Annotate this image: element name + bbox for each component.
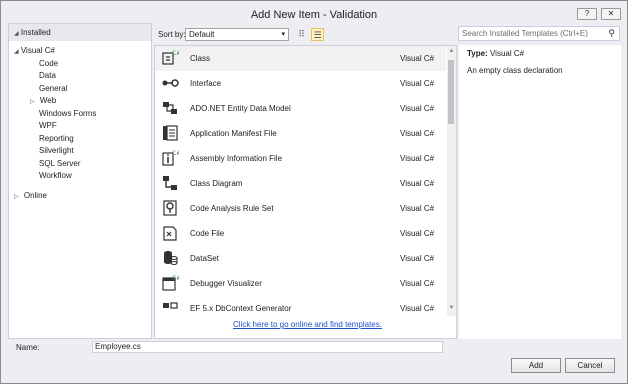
template-language: Visual C#: [400, 304, 435, 313]
debugger-visualizer-icon: C#: [162, 275, 179, 291]
list-item-class-diagram[interactable]: Class Diagram Visual C#: [155, 171, 446, 196]
name-input[interactable]: Employee.cs: [92, 341, 443, 353]
list-item-ado-net-entity-data-model[interactable]: ADO.NET Entity Data Model Visual C#: [155, 96, 446, 121]
search-templates-input[interactable]: Search Installed Templates (Ctrl+E) ⚲: [458, 26, 620, 41]
add-button[interactable]: Add: [511, 358, 561, 373]
collapse-icon: ◢: [14, 49, 19, 55]
search-placeholder: Search Installed Templates (Ctrl+E): [462, 29, 588, 38]
list-item-code-file[interactable]: Code File Visual C#: [155, 221, 446, 246]
tree-item-silverlight[interactable]: Silverlight: [39, 145, 74, 156]
list-item-assembly-information-file[interactable]: C# Assembly Information File Visual C#: [155, 146, 446, 171]
template-name: Application Manifest File: [190, 129, 277, 138]
tree-item-sql-server[interactable]: SQL Server: [39, 158, 81, 169]
template-name: Class: [190, 54, 211, 63]
manifest-icon: [163, 125, 178, 141]
tree-item-label: Online: [23, 191, 47, 200]
class-icon: C#: [162, 50, 179, 65]
installed-label: Installed: [20, 28, 51, 37]
list-item-dataset[interactable]: DataSet Visual C#: [155, 246, 446, 271]
sort-value: Default: [189, 30, 215, 39]
template-list: C# Class Visual C# Interface Visual C#: [154, 45, 457, 339]
template-language: Visual C#: [400, 204, 435, 213]
scroll-up-icon[interactable]: ▲: [447, 48, 456, 54]
tree-item-reporting[interactable]: Reporting: [39, 133, 74, 144]
name-label: Name:: [16, 343, 40, 352]
ef-generator-icon: [163, 302, 178, 309]
class-diagram-icon: [163, 176, 177, 190]
list-item-debugger-visualizer[interactable]: C# Debugger Visualizer Visual C#: [155, 271, 446, 296]
tree-item-visual-csharp[interactable]: ◢ Visual C#: [14, 45, 55, 58]
template-language: Visual C#: [400, 104, 435, 113]
tree-item-workflow[interactable]: Workflow: [39, 170, 72, 181]
list-item-application-manifest-file[interactable]: Application Manifest File Visual C#: [155, 121, 446, 146]
template-list-scrollbar[interactable]: ▲ ▼: [447, 46, 456, 316]
close-button[interactable]: ✕: [601, 8, 621, 20]
svg-text:C#: C#: [172, 150, 179, 157]
tree-item-online[interactable]: ▷ Online: [14, 190, 47, 203]
tree-item-wpf[interactable]: WPF: [39, 120, 57, 131]
template-name: Class Diagram: [190, 179, 243, 188]
chevron-down-icon: ▾: [281, 31, 285, 38]
svg-text:C#: C#: [172, 275, 179, 282]
expand-icon: ▷: [30, 99, 35, 105]
find-templates-online-link[interactable]: Click here to go online and find templat…: [233, 320, 382, 329]
template-language: Visual C#: [400, 179, 435, 188]
template-language: Visual C#: [400, 54, 435, 63]
add-new-item-dialog: Add New Item - Validation ? ✕ ◢ Installe…: [0, 0, 628, 384]
scroll-down-icon[interactable]: ▼: [447, 305, 456, 311]
template-language: Visual C#: [400, 129, 435, 138]
dataset-icon: [164, 251, 178, 266]
template-name: ADO.NET Entity Data Model: [190, 104, 291, 113]
template-language: Visual C#: [400, 154, 435, 163]
dialog-title: Add New Item - Validation: [250, 9, 378, 21]
tree-item-label: Visual C#: [20, 46, 55, 55]
list-view-button[interactable]: ☰: [311, 28, 324, 41]
tree-item-general[interactable]: General: [39, 83, 67, 94]
small-icons-view-button[interactable]: ⠿: [295, 28, 308, 41]
detail-type-value: Visual C#: [489, 49, 525, 58]
template-name: Code Analysis Rule Set: [190, 204, 274, 213]
template-name: EF 5.x DbContext Generator: [190, 304, 292, 313]
template-language: Visual C#: [400, 279, 435, 288]
list-item-code-analysis-rule-set[interactable]: Code Analysis Rule Set Visual C#: [155, 196, 446, 221]
code-file-icon: [163, 226, 177, 241]
template-name: Code File: [190, 229, 225, 238]
template-name: DataSet: [190, 254, 219, 263]
list-item-interface[interactable]: Interface Visual C#: [155, 71, 446, 96]
cancel-button[interactable]: Cancel: [565, 358, 615, 373]
sort-label: Sort by:: [158, 30, 186, 39]
tree-item-code[interactable]: Code: [39, 58, 58, 69]
tree-item-windows-forms[interactable]: Windows Forms: [39, 108, 96, 119]
list-item-class[interactable]: C# Class Visual C#: [155, 46, 446, 71]
svg-text:C#: C#: [172, 50, 179, 57]
interface-icon: [162, 79, 179, 87]
template-details: Type: Visual C# An empty class declarati…: [459, 45, 621, 339]
template-list-items: C# Class Visual C# Interface Visual C#: [155, 46, 446, 316]
entity-model-icon: [163, 102, 177, 114]
template-name: Assembly Information File: [190, 154, 283, 163]
search-icon[interactable]: ⚲: [608, 27, 615, 40]
rule-set-icon: [163, 200, 177, 216]
sort-dropdown[interactable]: Default ▾: [185, 28, 289, 41]
template-name: Interface: [190, 79, 222, 88]
detail-type: Type: Visual C#: [467, 49, 524, 58]
tree-item-web[interactable]: ▷ Web: [30, 95, 56, 108]
detail-type-label: Type:: [467, 49, 488, 58]
template-name: Debugger Visualizer: [190, 279, 262, 288]
template-language: Visual C#: [400, 79, 435, 88]
template-language: Visual C#: [400, 229, 435, 238]
scroll-thumb[interactable]: [448, 60, 454, 124]
expand-icon: ▷: [14, 194, 19, 200]
installed-header[interactable]: ◢ Installed: [9, 24, 151, 41]
tree-item-label: Web: [39, 96, 57, 105]
assembly-info-icon: C#: [162, 150, 179, 166]
tree-item-data[interactable]: Data: [39, 70, 56, 81]
category-tree: ◢ Installed ◢ Visual C# Code Data Genera…: [8, 23, 152, 339]
collapse-icon: ◢: [14, 31, 19, 37]
help-button[interactable]: ?: [577, 8, 597, 20]
detail-description: An empty class declaration: [467, 66, 563, 75]
list-item-ef-dbcontext-generator[interactable]: EF 5.x DbContext Generator Visual C#: [155, 296, 446, 316]
template-language: Visual C#: [400, 254, 435, 263]
